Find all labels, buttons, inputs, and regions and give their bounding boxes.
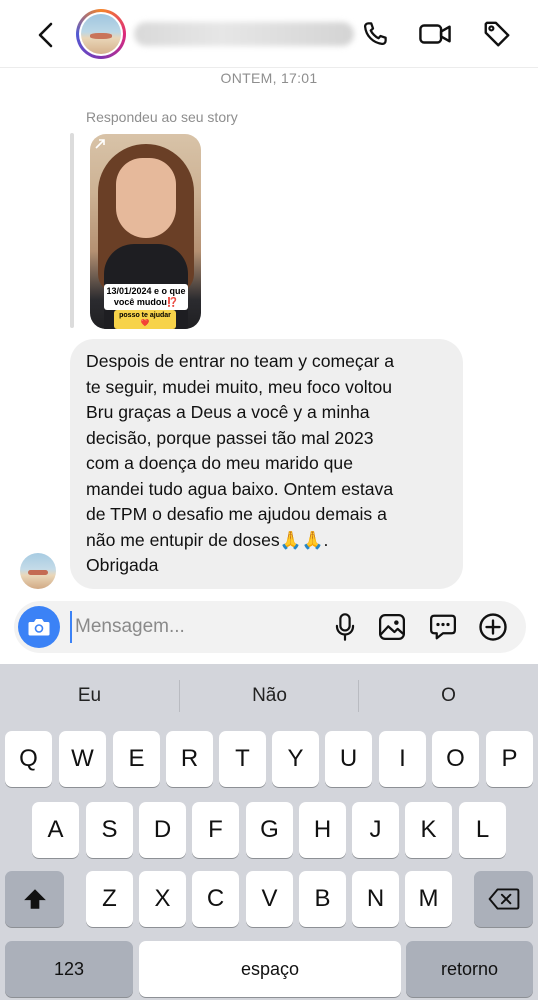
voice-message-button[interactable]	[328, 610, 362, 644]
shift-key[interactable]	[5, 871, 64, 927]
key[interactable]: V	[246, 871, 293, 927]
tag-button[interactable]	[480, 17, 514, 51]
key[interactable]: W	[59, 731, 106, 787]
message-timestamp: ONTEM, 17:01	[220, 70, 318, 86]
sticker-chat-button[interactable]	[426, 610, 460, 644]
plus-circle-icon	[479, 613, 507, 641]
key[interactable]: X	[139, 871, 186, 927]
key[interactable]: M	[405, 871, 452, 927]
story-reply-label: Respondeu ao seu story	[86, 109, 238, 125]
video-call-button[interactable]	[418, 17, 452, 51]
key[interactable]: H	[299, 802, 346, 858]
key[interactable]: A	[32, 802, 79, 858]
key[interactable]: L	[459, 802, 506, 858]
key[interactable]: K	[405, 802, 452, 858]
key[interactable]: U	[325, 731, 372, 787]
chat-header	[0, 0, 538, 68]
story-caption: 13/01/2024 e o que você mudou⁉️	[104, 284, 188, 310]
story-thumbnail[interactable]: 13/01/2024 e o que você mudou⁉️ posso te…	[90, 134, 201, 329]
tag-icon	[484, 21, 510, 47]
key[interactable]: T	[219, 731, 266, 787]
key[interactable]: E	[113, 731, 160, 787]
message-composer	[14, 601, 526, 653]
shift-arrow-icon	[23, 889, 46, 909]
key[interactable]: I	[379, 731, 426, 787]
key[interactable]: B	[299, 871, 346, 927]
contact-name-blurred[interactable]	[134, 22, 354, 46]
chevron-left-icon	[38, 22, 53, 48]
key[interactable]: G	[246, 802, 293, 858]
microphone-icon	[335, 613, 355, 641]
backspace-icon	[488, 888, 519, 910]
sender-avatar[interactable]	[20, 553, 56, 589]
key[interactable]: P	[486, 731, 533, 787]
suggestion[interactable]: Eu	[0, 676, 179, 716]
key[interactable]: N	[352, 871, 399, 927]
keyboard: Eu Não O Q W E R T Y U I O P A S D F G H…	[0, 664, 538, 1000]
reply-indicator-bar	[70, 133, 74, 328]
backspace-key[interactable]	[474, 871, 533, 927]
key[interactable]: Y	[272, 731, 319, 787]
back-button[interactable]	[28, 16, 62, 54]
camera-icon	[28, 619, 50, 636]
key[interactable]: C	[192, 871, 239, 927]
reshare-icon	[95, 139, 105, 149]
call-button[interactable]	[358, 17, 392, 51]
image-icon	[379, 614, 405, 640]
message-bubble[interactable]: Despois de entrar no team y começar a te…	[70, 339, 463, 589]
gallery-button[interactable]	[375, 610, 409, 644]
key[interactable]: D	[139, 802, 186, 858]
key[interactable]: R	[166, 731, 213, 787]
message-input[interactable]	[70, 611, 310, 643]
chat-bubble-dots-icon	[430, 614, 456, 640]
key[interactable]: S	[86, 802, 133, 858]
more-options-button[interactable]	[476, 610, 510, 644]
return-key[interactable]: retorno	[406, 941, 533, 997]
key[interactable]: J	[352, 802, 399, 858]
space-key[interactable]: espaço	[139, 941, 401, 997]
suggestion[interactable]: O	[359, 676, 538, 716]
story-sticker: posso te ajudar❤️	[114, 310, 176, 329]
phone-icon	[364, 22, 387, 45]
video-camera-icon	[419, 24, 451, 44]
key[interactable]: Z	[86, 871, 133, 927]
key[interactable]: F	[192, 802, 239, 858]
numbers-key[interactable]: 123	[5, 941, 133, 997]
predictive-bar: Eu Não O	[0, 664, 538, 726]
key[interactable]: Q	[5, 731, 52, 787]
camera-button[interactable]	[18, 606, 60, 648]
key[interactable]: O	[432, 731, 479, 787]
contact-avatar[interactable]	[76, 9, 126, 59]
suggestion[interactable]: Não	[180, 676, 359, 716]
